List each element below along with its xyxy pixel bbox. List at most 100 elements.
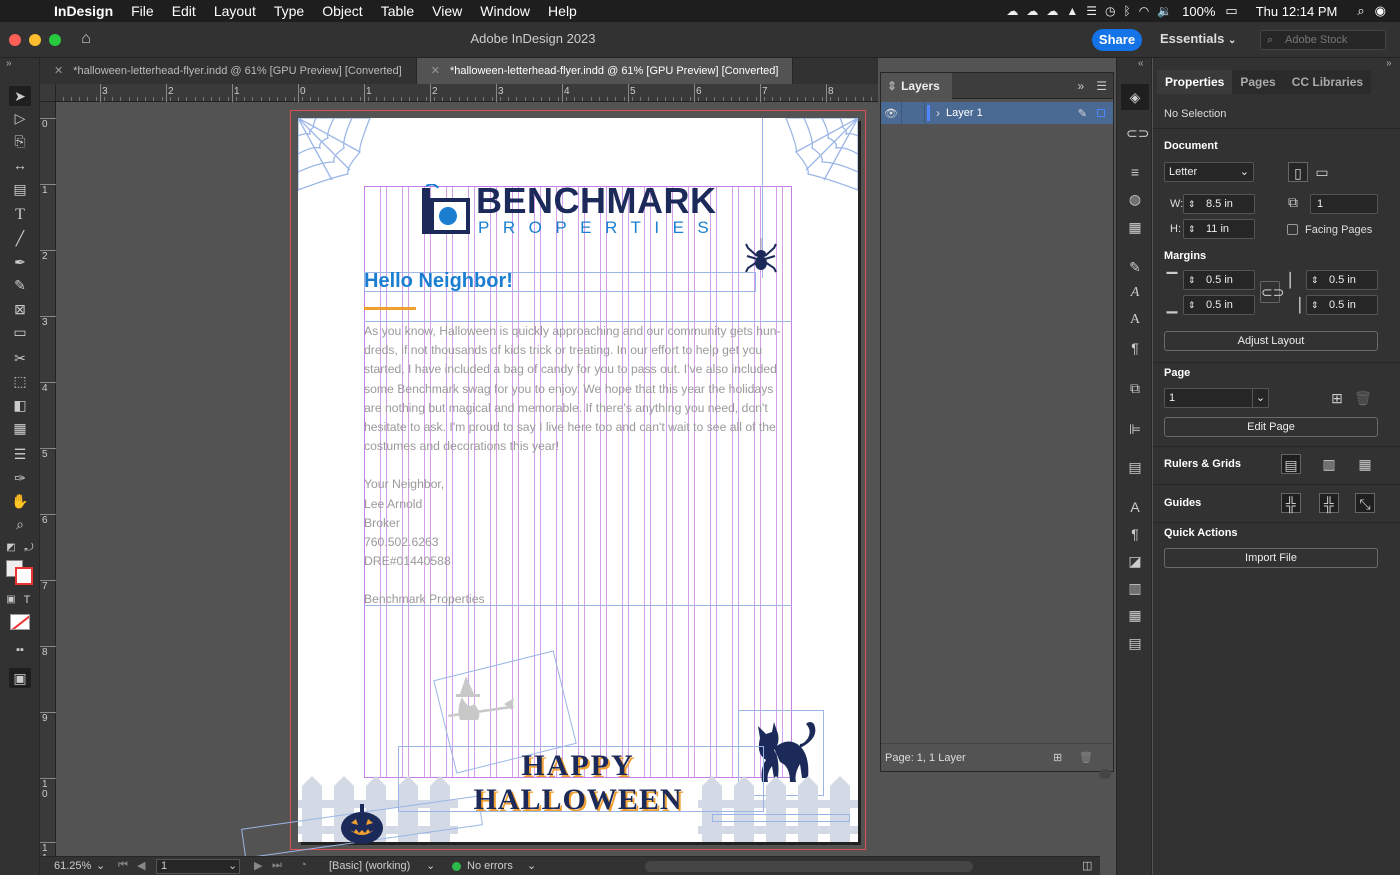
split-view-icon[interactable]: ◫	[1082, 859, 1092, 872]
preflight-profile[interactable]: [Basic] (working)	[329, 860, 410, 872]
paragraph-styles-icon[interactable]: ✎	[1126, 258, 1144, 276]
free-transform-tool-icon[interactable]: ⬚	[9, 371, 31, 391]
line-tool-icon[interactable]: ╱	[9, 228, 31, 248]
halloween-text[interactable]: HALLOWEEN	[298, 784, 858, 816]
happy-text[interactable]: HAPPY	[298, 750, 858, 782]
chevron-down-icon[interactable]: ⌄	[527, 859, 536, 872]
vertical-ruler[interactable]: 01234567891 01 1	[40, 102, 56, 864]
glyphs-panel-icon[interactable]: A	[1126, 498, 1144, 516]
zoom-level[interactable]: 61.25%	[54, 860, 91, 872]
panel-menu-icon[interactable]: ☰	[1096, 79, 1107, 93]
stroke-panel-icon[interactable]: ≡	[1126, 163, 1144, 181]
collapse-toolbox-icon[interactable]: »	[6, 58, 12, 69]
pen-tool-icon[interactable]: ✒	[9, 252, 31, 272]
character-panel-icon[interactable]: A	[1126, 311, 1144, 329]
cloud-icon[interactable]: ☁	[1046, 4, 1058, 18]
character-styles-icon[interactable]: A	[1126, 284, 1144, 302]
battery-icon[interactable]: ▭	[1225, 3, 1237, 19]
first-page-icon[interactable]: ⏮	[118, 859, 128, 872]
gradient-feather-tool-icon[interactable]: ▦	[9, 418, 31, 438]
swap-colors-icon[interactable]: ⤾	[22, 538, 36, 558]
object-styles-icon[interactable]: ◪	[1126, 552, 1144, 570]
page-tool-icon[interactable]: ⎘	[9, 131, 31, 151]
lock-guides-icon[interactable]: ╬	[1319, 493, 1339, 513]
menu-view[interactable]: View	[432, 3, 462, 19]
zoom-tool-icon[interactable]: ⌕	[9, 514, 31, 534]
landscape-orientation-icon[interactable]: ▭	[1312, 162, 1332, 182]
paragraph-panel-icon[interactable]: ¶	[1126, 339, 1144, 357]
margin-right-field[interactable]: ⇕ 0.5 in	[1306, 295, 1378, 315]
wifi-icon[interactable]: ◠	[1139, 4, 1149, 18]
collapse-panel-icon[interactable]: »	[1078, 79, 1085, 93]
stepper-icon[interactable]: ⇕	[1188, 271, 1196, 289]
menu-object[interactable]: Object	[322, 3, 362, 19]
chevron-down-icon[interactable]: ⌄	[426, 859, 435, 872]
page-select[interactable]: 1 ⌄	[1164, 388, 1269, 408]
workspace-switcher[interactable]: Essentials ⌄	[1160, 31, 1236, 46]
menu-edit[interactable]: Edit	[172, 3, 196, 19]
rulers-toggle-icon[interactable]: ▤	[1281, 454, 1301, 474]
volume-icon[interactable]: 🔉	[1157, 4, 1172, 18]
stepper-icon[interactable]: ⇕	[1311, 271, 1319, 289]
stroke-swatch[interactable]	[15, 567, 33, 585]
margin-left-field[interactable]: ⇕ 0.5 in	[1306, 270, 1378, 290]
search-icon[interactable]: ⌕	[1357, 3, 1364, 19]
pages-count-field[interactable]: 1	[1310, 194, 1378, 214]
delete-page-icon[interactable]: 🗑	[1353, 388, 1373, 408]
cell-styles-icon[interactable]: ▤	[1126, 634, 1144, 652]
eyedropper-tool-icon[interactable]: ✑	[9, 468, 31, 488]
horizontal-scrollbar[interactable]	[645, 861, 973, 872]
smart-guides-icon[interactable]: ⤡	[1355, 493, 1375, 513]
apply-none-button[interactable]	[10, 614, 30, 630]
text-wrap-icon[interactable]: ▤	[1126, 458, 1144, 476]
document-page[interactable]: BENCHMARK PROPERTIES Hello Neighbor! As …	[241, 118, 858, 856]
cloud-icon[interactable]: ☁	[1026, 4, 1038, 18]
default-colors-icon[interactable]: ◩	[4, 538, 18, 558]
pathfinder-icon[interactable]: ⧉	[1126, 379, 1144, 397]
drive-icon[interactable]: ▲	[1066, 4, 1078, 18]
preflight-status[interactable]: No errors	[467, 860, 513, 872]
stepper-icon[interactable]: ⇕	[1188, 220, 1196, 238]
cc-libraries-icon[interactable]: ▦	[1126, 218, 1144, 236]
edit-page-button[interactable]: Edit Page	[1164, 417, 1378, 437]
chevron-down-icon[interactable]: ⌄	[96, 859, 105, 872]
import-file-button[interactable]: Import File	[1164, 548, 1378, 568]
new-layer-icon[interactable]: ⊞	[1053, 744, 1062, 772]
chevron-down-icon[interactable]: ⌄	[228, 859, 237, 872]
content-collector-icon[interactable]: ▤	[9, 179, 31, 199]
align-panel-icon[interactable]: ⊫	[1126, 420, 1144, 438]
pasteboard[interactable]: BENCHMARK PROPERTIES Hello Neighbor! As …	[56, 102, 878, 856]
add-page-icon[interactable]: ⊞	[1327, 388, 1347, 408]
type-tool-icon[interactable]: T	[9, 205, 31, 225]
next-page-icon[interactable]: ▶	[254, 859, 262, 872]
rectangle-tool-icon[interactable]: ▭	[9, 322, 31, 342]
preview-mode-icon[interactable]: ▣	[9, 668, 31, 688]
lock-toggle[interactable]	[901, 102, 925, 124]
direct-selection-tool-icon[interactable]: ▷	[9, 108, 31, 128]
rectangle-frame-tool-icon[interactable]: ⊠	[9, 299, 31, 319]
links-panel-icon[interactable]: ⊂⊃	[1126, 124, 1149, 142]
close-tab-icon[interactable]: ✕	[54, 65, 63, 77]
gradient-swatch-tool-icon[interactable]: ◧	[9, 395, 31, 415]
adobe-stock-search[interactable]: ⌕ Adobe Stock	[1260, 30, 1386, 50]
menu-help[interactable]: Help	[548, 3, 577, 19]
paragraph-style-icon[interactable]: ¶	[1126, 525, 1144, 543]
layer-name[interactable]: Layer 1	[946, 107, 983, 119]
margin-bottom-field[interactable]: ⇕ 0.5 in	[1183, 295, 1255, 315]
height-field[interactable]: ⇕ 11 in	[1183, 219, 1255, 239]
portrait-orientation-icon[interactable]: ▯	[1288, 162, 1308, 182]
vertical-scrollbar[interactable]	[1099, 769, 1111, 779]
layers-panel-icon[interactable]: ◈	[1121, 84, 1149, 110]
hand-tool-icon[interactable]: ✋	[9, 491, 31, 511]
chain-link-icon[interactable]: ⊂⊃	[1260, 281, 1284, 303]
width-field[interactable]: ⇕ 8.5 in	[1183, 194, 1255, 214]
layers-tab[interactable]: ⇕ Layers	[881, 72, 952, 99]
layer-select-square[interactable]	[1097, 109, 1105, 117]
ruler-origin[interactable]	[40, 84, 56, 102]
close-tab-icon[interactable]: ✕	[431, 65, 440, 77]
tab-pages[interactable]: Pages	[1232, 70, 1284, 94]
last-page-icon[interactable]: ⏭	[272, 859, 282, 872]
baseline-grid-icon[interactable]: ▥	[1319, 454, 1339, 474]
app-menu[interactable]: InDesign	[54, 3, 113, 19]
facing-pages-checkbox[interactable]	[1287, 224, 1298, 235]
